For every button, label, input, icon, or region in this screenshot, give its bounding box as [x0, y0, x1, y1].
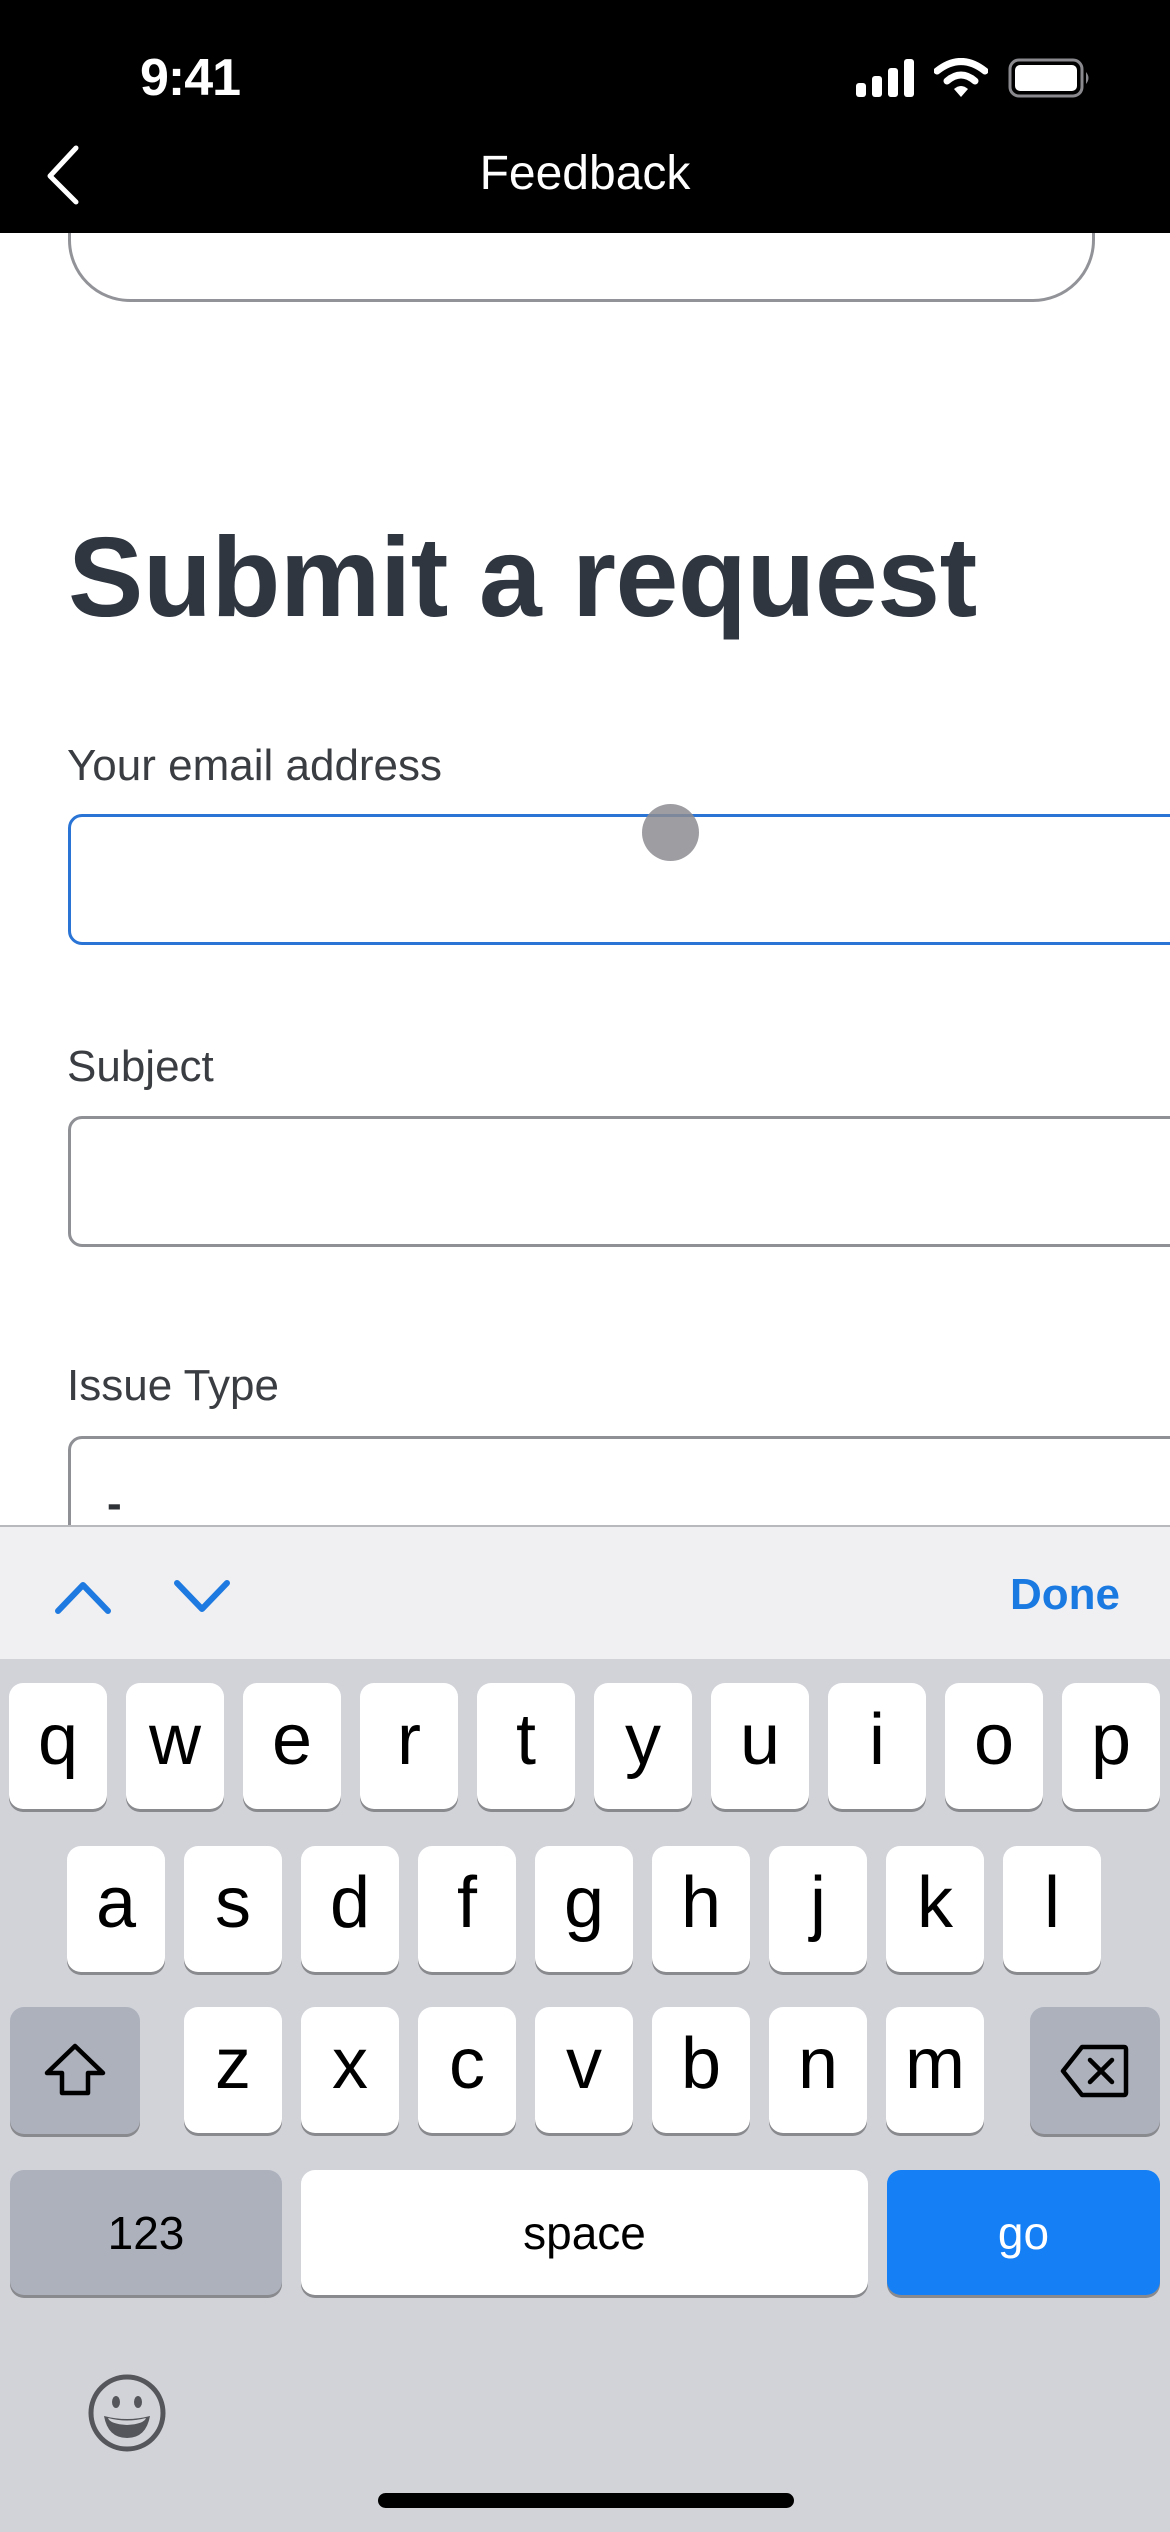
subject-field[interactable] [68, 1116, 1170, 1247]
key-b[interactable]: b [652, 2007, 750, 2133]
key-label: b [680, 2024, 722, 2104]
key-g[interactable]: g [535, 1846, 633, 1972]
key-p[interactable]: p [1062, 1683, 1160, 1809]
delete-key[interactable] [1030, 2007, 1160, 2134]
key-r[interactable]: r [360, 1683, 458, 1809]
key-label: n [797, 2024, 839, 2104]
space-key[interactable]: space [301, 2170, 868, 2295]
numbers-key[interactable]: 123 [10, 2170, 282, 2295]
key-k[interactable]: k [886, 1846, 984, 1972]
key-label: y [625, 1700, 661, 1780]
subject-label: Subject [67, 1042, 214, 1091]
next-field-button[interactable] [167, 1571, 237, 1621]
status-time: 9:41 [140, 49, 241, 107]
key-label: f [456, 1863, 477, 1943]
key-label: o [973, 1700, 1015, 1780]
key-l[interactable]: l [1003, 1846, 1101, 1972]
key-x[interactable]: x [301, 2007, 399, 2133]
key-z[interactable]: z [184, 2007, 282, 2133]
shift-key[interactable] [10, 2007, 140, 2134]
space-key-label: space [523, 2206, 646, 2259]
email-label: Your email address [67, 741, 443, 790]
key-label: v [566, 2024, 602, 2104]
key-label: q [37, 1700, 79, 1780]
key-label: s [215, 1863, 251, 1943]
key-o[interactable]: o [945, 1683, 1043, 1809]
key-e[interactable]: e [243, 1683, 341, 1809]
cellular-signal-icon [856, 59, 914, 97]
emoji-button[interactable] [86, 2372, 168, 2454]
key-label: w [149, 1700, 201, 1780]
page-title: Submit a request [68, 514, 977, 640]
key-t[interactable]: t [477, 1683, 575, 1809]
key-label: u [739, 1700, 781, 1780]
chevron-down-icon [174, 1580, 230, 1612]
wifi-icon [934, 58, 988, 97]
key-label: d [329, 1863, 371, 1943]
issue-type-value: - [107, 1479, 122, 1528]
delete-icon [1060, 2044, 1129, 2097]
key-label: i [869, 1700, 885, 1780]
key-u[interactable]: u [711, 1683, 809, 1809]
navigation-bar: 9:41 Feedback [0, 0, 1170, 233]
key-a[interactable]: a [67, 1846, 165, 1972]
key-q[interactable]: q [9, 1683, 107, 1809]
key-y[interactable]: y [594, 1683, 692, 1809]
home-indicator [378, 2493, 794, 2508]
nav-title: Feedback [479, 147, 691, 200]
numbers-key-label: 123 [107, 2206, 185, 2259]
issue-type-label: Issue Type [67, 1361, 279, 1410]
key-label: m [905, 2024, 965, 2104]
key-label: e [271, 1700, 313, 1780]
key-w[interactable]: w [126, 1683, 224, 1809]
emoji-icon [88, 2374, 166, 2452]
key-label: g [563, 1863, 605, 1943]
shift-icon [44, 2043, 106, 2095]
key-label: p [1090, 1700, 1132, 1780]
key-s[interactable]: s [184, 1846, 282, 1972]
email-field[interactable] [68, 814, 1170, 945]
key-label: x [332, 2024, 368, 2104]
key-label: c [449, 2024, 485, 2104]
go-key[interactable]: go [887, 2170, 1160, 2295]
key-d[interactable]: d [301, 1846, 399, 1972]
key-label: r [397, 1700, 421, 1780]
chevron-up-icon [55, 1582, 111, 1614]
done-button[interactable]: Done [1010, 1567, 1120, 1623]
key-label: j [810, 1863, 826, 1943]
key-label: h [680, 1863, 722, 1943]
go-key-label: go [997, 2206, 1050, 2259]
key-label: a [95, 1863, 137, 1943]
key-c[interactable]: c [418, 2007, 516, 2133]
key-label: t [515, 1700, 536, 1780]
key-m[interactable]: m [886, 2007, 984, 2133]
key-label: k [917, 1863, 953, 1943]
key-v[interactable]: v [535, 2007, 633, 2133]
key-f[interactable]: f [418, 1846, 516, 1972]
previous-field-button[interactable] [48, 1571, 118, 1621]
key-n[interactable]: n [769, 2007, 867, 2133]
key-j[interactable]: j [769, 1846, 867, 1972]
touch-indicator [642, 804, 699, 861]
keyboard-accessory-bar: Done [0, 1525, 1170, 1659]
key-i[interactable]: i [828, 1683, 926, 1809]
key-label: l [1044, 1863, 1060, 1943]
key-label: z [215, 2024, 251, 2104]
battery-icon [1008, 58, 1089, 98]
key-h[interactable]: h [652, 1846, 750, 1972]
